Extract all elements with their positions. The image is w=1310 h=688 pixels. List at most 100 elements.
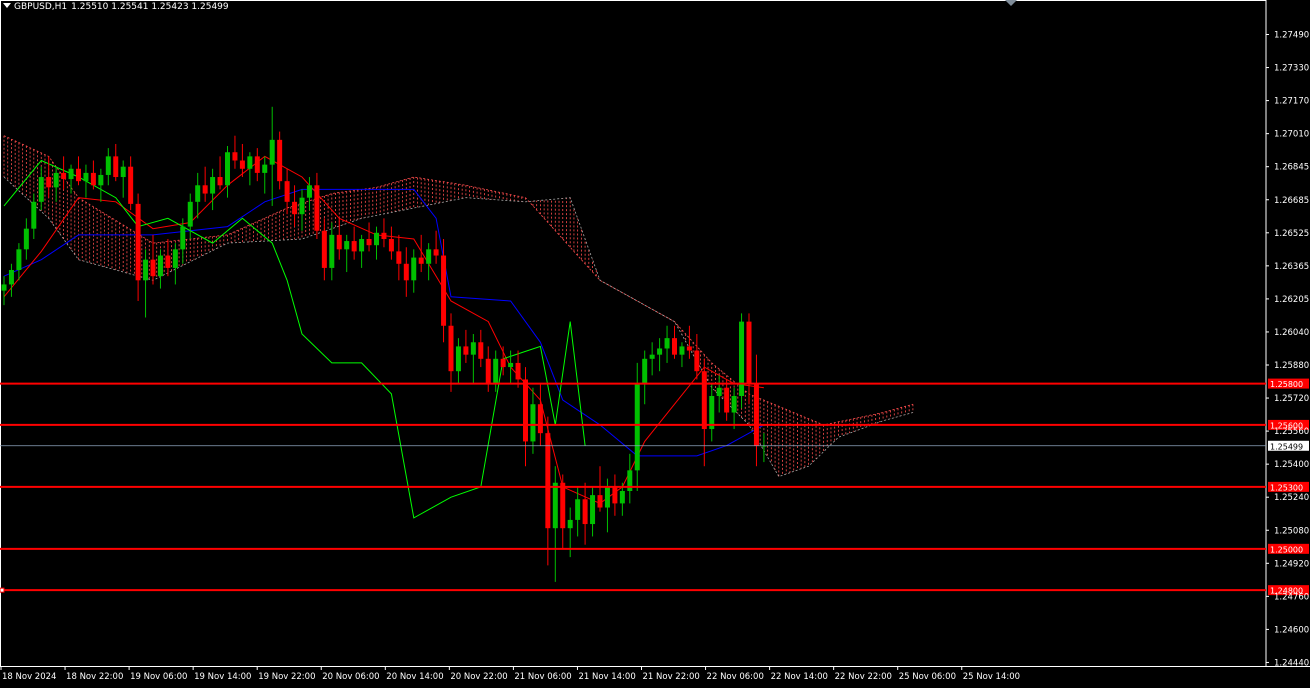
candle-body[interactable]	[61, 172, 67, 180]
candle-body[interactable]	[619, 491, 625, 504]
candle-body[interactable]	[694, 350, 700, 372]
candle-body[interactable]	[8, 269, 14, 285]
candle-body[interactable]	[537, 404, 543, 434]
candle-body[interactable]	[314, 185, 320, 231]
chart-shift-marker-icon[interactable]	[1005, 0, 1017, 6]
candle-body[interactable]	[374, 232, 379, 246]
candle-body[interactable]	[329, 234, 335, 268]
candle-body[interactable]	[686, 346, 692, 351]
candle-body[interactable]	[247, 156, 253, 169]
candle-body[interactable]	[463, 346, 469, 355]
candle-body[interactable]	[150, 259, 156, 277]
candle-body[interactable]	[98, 174, 104, 186]
candle-body[interactable]	[105, 156, 111, 175]
candle-body[interactable]	[470, 342, 476, 355]
candle-body[interactable]	[157, 255, 163, 277]
candle-body[interactable]	[23, 228, 29, 250]
candle-body[interactable]	[701, 371, 707, 430]
candle-body[interactable]	[441, 255, 447, 326]
candle-body[interactable]	[612, 486, 618, 504]
candle-body[interactable]	[1, 284, 7, 291]
candle-body[interactable]	[254, 156, 260, 173]
candle-body[interactable]	[396, 251, 402, 264]
candle-body[interactable]	[672, 338, 677, 355]
candle-body[interactable]	[500, 358, 506, 368]
candle-body[interactable]	[172, 249, 178, 268]
candle-body[interactable]	[16, 249, 22, 270]
candle-body[interactable]	[724, 387, 730, 413]
candle-body[interactable]	[366, 238, 372, 246]
candle-body[interactable]	[38, 177, 44, 202]
candle-body[interactable]	[359, 238, 365, 252]
candle-body[interactable]	[418, 257, 424, 264]
candle-body[interactable]	[53, 172, 59, 188]
candle-body[interactable]	[217, 177, 223, 186]
candle-body[interactable]	[575, 499, 581, 520]
candle-body[interactable]	[746, 321, 752, 384]
candle-body[interactable]	[195, 185, 201, 202]
candle-body[interactable]	[426, 249, 432, 264]
candle-body[interactable]	[642, 358, 648, 384]
candle-body[interactable]	[83, 172, 89, 182]
candle-body[interactable]	[113, 156, 119, 178]
candle-body[interactable]	[649, 354, 655, 359]
candle-body[interactable]	[31, 201, 37, 229]
candle-body[interactable]	[76, 168, 81, 182]
candle-body[interactable]	[262, 164, 268, 173]
candle-body[interactable]	[560, 482, 566, 529]
candle-body[interactable]	[239, 160, 245, 169]
candle-body[interactable]	[210, 177, 216, 194]
candle-body[interactable]	[381, 232, 387, 239]
candle-body[interactable]	[515, 362, 521, 380]
candle-body[interactable]	[202, 185, 208, 194]
candle-body[interactable]	[634, 383, 640, 471]
candle-body[interactable]	[530, 404, 536, 442]
candle-body[interactable]	[552, 482, 558, 529]
candle-body[interactable]	[269, 139, 275, 165]
candle-body[interactable]	[545, 433, 551, 529]
candle-body[interactable]	[292, 201, 298, 215]
level-anchor-handle[interactable]	[0, 587, 5, 593]
candle-body[interactable]	[493, 358, 499, 384]
price-chart[interactable]: 1.258001.256001.253001.250001.248001.254…	[0, 0, 1310, 688]
candle-body[interactable]	[731, 395, 737, 413]
candle-body[interactable]	[448, 325, 454, 372]
candle-body[interactable]	[485, 358, 491, 384]
candle-body[interactable]	[135, 203, 141, 281]
candle-body[interactable]	[277, 139, 283, 182]
candle-body[interactable]	[284, 181, 290, 202]
candle-body[interactable]	[306, 185, 312, 198]
candle-body[interactable]	[679, 346, 685, 355]
candle-body[interactable]	[90, 172, 96, 186]
candle-body[interactable]	[523, 379, 528, 442]
candle-body[interactable]	[716, 387, 722, 396]
candle-body[interactable]	[388, 238, 394, 252]
candle-body[interactable]	[68, 168, 74, 180]
candle-body[interactable]	[351, 241, 357, 252]
candle-body[interactable]	[590, 495, 596, 525]
candle-body[interactable]	[433, 249, 439, 256]
candle-body[interactable]	[508, 362, 514, 368]
candle-body[interactable]	[604, 486, 610, 508]
candle-body[interactable]	[165, 255, 171, 268]
candle-body[interactable]	[753, 383, 759, 446]
candle-body[interactable]	[180, 226, 186, 250]
candle-body[interactable]	[567, 519, 573, 529]
candle-body[interactable]	[739, 321, 745, 396]
candle-body[interactable]	[299, 197, 305, 215]
candle-body[interactable]	[657, 348, 663, 355]
candle-body[interactable]	[664, 338, 670, 349]
candle-body[interactable]	[411, 257, 417, 281]
candle-body[interactable]	[187, 201, 193, 227]
candle-body[interactable]	[627, 470, 633, 492]
candle-body[interactable]	[582, 499, 588, 525]
candle-body[interactable]	[46, 177, 52, 188]
candle-body[interactable]	[597, 495, 603, 508]
candle-body[interactable]	[225, 152, 230, 186]
candle-body[interactable]	[478, 342, 484, 359]
candle-body[interactable]	[344, 241, 350, 250]
candle-body[interactable]	[128, 166, 134, 204]
candle-body[interactable]	[336, 234, 342, 250]
candle-body[interactable]	[455, 346, 461, 372]
chart-menu-triangle-icon[interactable]	[3, 3, 11, 8]
